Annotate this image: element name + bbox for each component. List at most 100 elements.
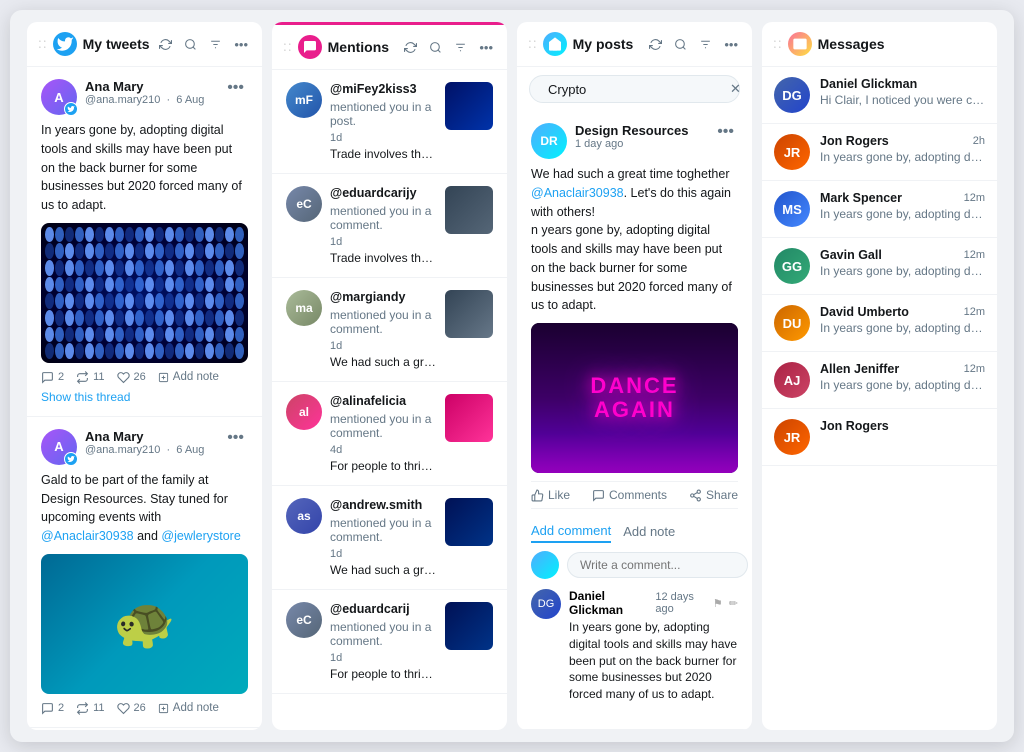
posts-filter-button[interactable] [697,36,714,53]
comment-edit-button[interactable]: ✏ [729,597,738,610]
mention-author-1: @miFey2kiss3 [330,82,417,96]
retweet-action-2[interactable]: 11 [76,702,104,715]
search-button[interactable] [182,36,199,53]
messages-column: Messages DG Daniel Glickman Hi Clair, I … [762,22,997,730]
mentions-more-button[interactable]: ••• [477,38,495,57]
comment-action-2[interactable]: 2 [41,702,64,715]
like-button[interactable]: Like [531,488,570,502]
retweet-action-1[interactable]: 11 [76,371,104,384]
comment-item-1: DG Daniel Glickman 12 days ago ⚑ ✏ In ye… [531,589,738,703]
mention-author-2: @eduardcarijy [330,186,417,200]
message-item-7[interactable]: JR Jon Rogers [762,409,997,466]
dance-text: DANCEAGAIN [590,374,678,422]
posts-search-input[interactable] [548,82,724,97]
post-header-1: DR Design Resources 1 day ago ••• [531,123,738,159]
comment-time: 12 days ago [655,591,707,615]
msg-content-7: Jon Rogers [820,419,985,435]
mention-time-6: 1d [330,652,342,664]
message-item-3[interactable]: MS Mark Spencer 12m In years gone by, ad… [762,181,997,238]
add-comment-tab[interactable]: Add comment [531,523,611,543]
my-posts-content: DR Design Resources 1 day ago ••• We had… [517,111,752,730]
message-item-6[interactable]: AJ Allen Jeniffer 12m In years gone by, … [762,352,997,409]
search-clear-button[interactable]: ✕ [730,81,741,97]
tweet-user-info-1: Ana Mary @ana.mary210 · 6 Aug [85,79,215,106]
add-note-action-1[interactable]: Add note [158,371,219,383]
mention-author-5: @andrew.smith [330,498,422,512]
mentions-avatar [298,35,322,59]
messages-drag-handle[interactable] [774,39,782,49]
mention-item-5: as @andrew.smith mentioned you in a comm… [272,486,507,590]
my-posts-title: My posts [573,36,642,52]
comment-section: Add comment Add note DG Daniel Glickman … [531,517,738,717]
mention-thumb-6 [445,602,493,650]
mentions-filter-button[interactable] [452,39,469,56]
msg-name-6: Allen Jeniffer [820,362,899,376]
add-note-tab[interactable]: Add note [623,523,675,543]
led-wall [41,223,248,363]
mention-item-6: eC @eduardcarij mentioned you in a comme… [272,590,507,694]
mentions-search-button[interactable] [427,39,444,56]
posts-refresh-button[interactable] [647,36,664,53]
msg-header-7: Jon Rogers [820,419,985,433]
my-tweets-content: A Ana Mary @ana.mary210 · 6 Aug •• [27,67,262,730]
my-tweets-title: My tweets [83,36,152,52]
turtle-image: 🐢 [41,554,248,694]
my-posts-actions: ••• [647,35,740,54]
comment-input[interactable] [567,552,748,578]
mention-avatar-5: as [286,498,322,534]
share-button[interactable]: Share [689,488,738,502]
tweet-more-2[interactable]: ••• [223,429,248,447]
mention-action-2: mentioned you in a comment. [330,204,437,232]
comment-action-1[interactable]: 2 [41,371,64,384]
my-posts-avatar [543,32,567,56]
mention-avatar-4: al [286,394,322,430]
mentions-drag-handle[interactable] [284,42,292,52]
refresh-button[interactable] [157,36,174,53]
mention-item-3: ma @margiandy mentioned you in a comment… [272,278,507,382]
message-item-5[interactable]: DU David Umberto 12m In years gone by, a… [762,295,997,352]
mentions-content: mF @miFey2kiss3 mentioned you in a post.… [272,70,507,730]
msg-name-5: David Umberto [820,305,909,319]
msg-avatar-4: GG [774,248,810,284]
message-item-4[interactable]: GG Gavin Gall 12m In years gone by, adop… [762,238,997,295]
mention-thumb-4 [445,394,493,442]
like-action-2[interactable]: 26 [117,702,146,715]
post-time-1: 1 day ago [575,138,705,150]
msg-avatar-5: DU [774,305,810,341]
comment-author-name: Daniel Glickman [569,589,649,617]
message-item-2[interactable]: JR Jon Rogers 2h In years gone by, adopt… [762,124,997,181]
msg-avatar-1: DG [774,77,810,113]
post-more-button[interactable]: ••• [713,123,738,141]
filter-button[interactable] [207,36,224,53]
mention-action-4: mentioned you in a comment. [330,412,437,440]
msg-text-5: In years gone by, adopting digita have b… [820,321,985,335]
mention-text-6: For people to thrive in a #hybrid High q… [330,667,437,681]
tweet-more-1[interactable]: ••• [223,79,248,97]
my-tweets-avatar [53,32,77,56]
msg-name-7: Jon Rogers [820,419,889,433]
add-note-action-2[interactable]: Add note [158,702,219,714]
like-action-1[interactable]: 26 [117,371,146,384]
more-button[interactable]: ••• [232,35,250,54]
mention-action-5: mentioned you in a comment. [330,516,437,544]
drag-handle[interactable] [39,39,47,49]
mention-action-6: mentioned you in a comment. [330,620,437,648]
posts-more-button[interactable]: ••• [722,35,740,54]
posts-drag-handle[interactable] [529,39,537,49]
msg-content-5: David Umberto 12m In years gone by, adop… [820,305,985,335]
posts-search-button[interactable] [672,36,689,53]
comments-button[interactable]: Comments [592,488,667,502]
message-item-1[interactable]: DG Daniel Glickman Hi Clair, I noticed y… [762,67,997,124]
mentions-column: Mentions ••• mF @miFey2kiss3 [272,22,507,730]
msg-content-6: Allen Jeniffer 12m In years gone by, ado… [820,362,985,392]
mention-time-5: 1d [330,548,342,560]
comment-tabs: Add comment Add note [531,523,738,543]
post-avatar-1: DR [531,123,567,159]
platform-badge-2 [64,452,78,466]
tweet-user-info-2: Ana Mary @ana.mary210 · 6 Aug [85,429,215,456]
show-thread-link[interactable]: Show this thread [41,390,248,404]
msg-text-2: In years gone by, adopting digita have b… [820,150,985,164]
mentions-refresh-button[interactable] [402,39,419,56]
comment-flag-button[interactable]: ⚑ [713,597,723,610]
mention-avatar-2: eC [286,186,322,222]
